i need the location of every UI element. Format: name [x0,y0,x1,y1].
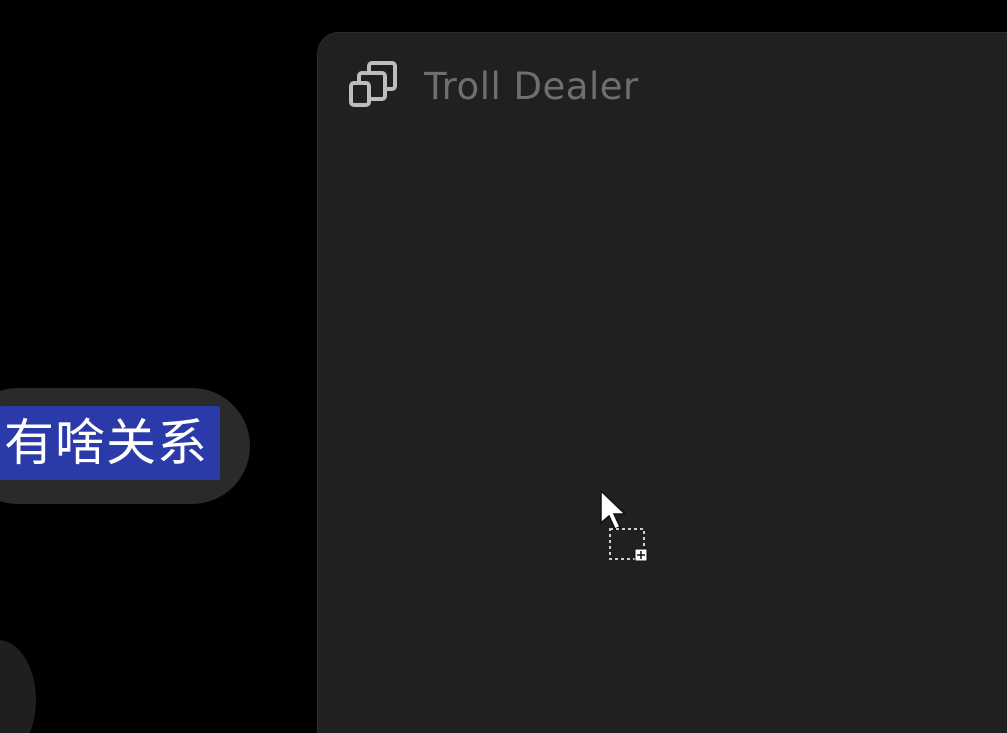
app-window[interactable]: Troll Dealer [317,32,1007,733]
window-title: Troll Dealer [424,64,639,108]
chat-message-text[interactable]: 有啥关系 [4,418,208,468]
pointer-copy-cursor-icon [600,489,648,562]
avatar[interactable] [0,640,36,733]
window-stack-icon [349,61,397,107]
screen: 有啥关系 Troll Dealer [0,0,1007,733]
window-titlebar[interactable]: Troll Dealer [348,59,639,113]
text-selection-highlight[interactable]: 有啥关系 [0,406,220,480]
